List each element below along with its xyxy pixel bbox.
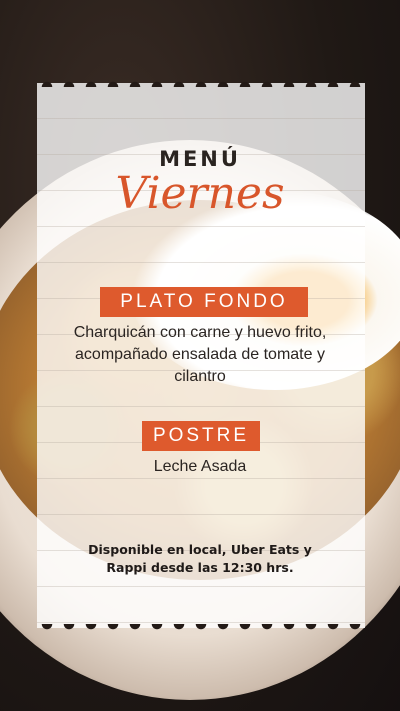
dessert-description: Leche Asada [153,458,247,475]
dessert-label: POSTRE [142,421,260,451]
main-course-label: PLATO FONDO [100,287,308,317]
main-course-description: Charquicán con carne y huevo frito, acom… [73,324,327,385]
availability-note: Disponible en local, Uber Eats y Rappi d… [88,542,312,575]
day-title: Viernes [115,168,285,219]
